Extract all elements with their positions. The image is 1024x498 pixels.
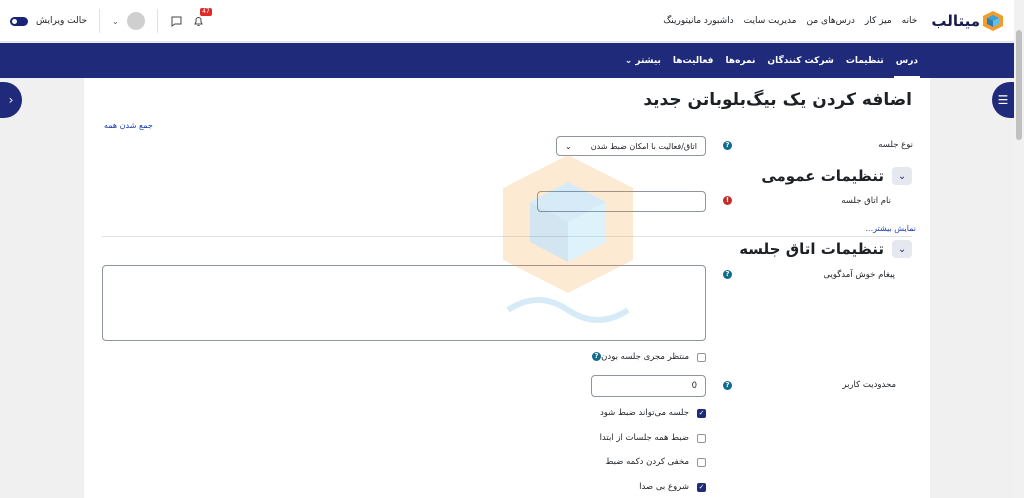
recordable-checkbox[interactable]: ✓ xyxy=(697,408,706,418)
tab-grades[interactable]: نمره‌ها xyxy=(719,43,761,78)
divider xyxy=(156,9,158,33)
tab-more[interactable]: بیشتر ⌄ xyxy=(619,43,667,78)
nav-my-courses[interactable]: درس‌های من xyxy=(807,16,855,26)
checkbox-label: ضبط همه جلسات از ابتدا xyxy=(599,433,689,443)
checkbox-label: مخفی کردن دکمه ضبط xyxy=(605,457,689,467)
chevron-down-icon[interactable]: ⌄ xyxy=(112,17,119,26)
nav-home[interactable]: خانه xyxy=(902,16,918,26)
chevron-down-icon: ⌄ xyxy=(892,240,912,258)
tab-participants[interactable]: شرکت کنندگان xyxy=(761,43,839,78)
page-scrollbar[interactable] xyxy=(1014,0,1024,498)
list-icon: ☰ xyxy=(997,93,1009,107)
section-title: تنظیمات عمومی xyxy=(761,167,884,185)
collapse-all-link[interactable]: جمع شدن همه xyxy=(104,121,153,130)
section-title: تنظیمات اتاق جلسه xyxy=(739,240,884,258)
welcome-message-label: پیغام خوش آمدگویی xyxy=(823,270,895,280)
tab-more-label: بیشتر xyxy=(635,55,661,66)
open-course-index-button[interactable]: › xyxy=(0,82,22,118)
session-type-label: نوع جلسه xyxy=(878,140,913,150)
nav-monitoring-dashboard[interactable]: داشبورد مانیتورینگ xyxy=(663,16,733,26)
hide-record-button-checkbox[interactable] xyxy=(697,457,706,467)
recordable-row[interactable]: ✓ جلسه می‌تواند ضبط شود xyxy=(600,408,706,418)
required-icon: ! xyxy=(723,196,732,205)
help-icon[interactable]: ? xyxy=(723,270,732,279)
logo-icon xyxy=(983,10,1003,31)
course-secondary-nav: درس تنظیمات شرکت کنندگان نمره‌ها فعالیت‌… xyxy=(0,43,1014,78)
wait-moderator-checkbox[interactable] xyxy=(697,352,706,362)
primary-nav: خانه میز کار درس‌های من مدیریت سایت داشب… xyxy=(663,16,917,26)
chevron-down-icon: ⌄ xyxy=(892,167,912,185)
checkbox-label: منتظر مجری جلسه بودن xyxy=(601,352,689,362)
checkbox-label: جلسه می‌تواند ضبط شود xyxy=(599,408,689,418)
avatar[interactable] xyxy=(126,12,145,30)
user-limit-value: 0 xyxy=(691,381,697,391)
watermark-logo xyxy=(503,155,633,323)
divider xyxy=(99,9,101,33)
wait-moderator-row[interactable]: منتظر مجری جلسه بودن xyxy=(601,352,706,362)
mute-on-start-checkbox[interactable]: ✓ xyxy=(697,482,706,492)
page-title: اضافه کردن یک بیگ‌بلوباتن جدید xyxy=(643,90,912,110)
scrollbar-thumb[interactable] xyxy=(1016,30,1022,140)
mute-on-start-row[interactable]: ✓ شروع بی صدا xyxy=(639,482,706,492)
edit-mode-label: حالت ویرایش xyxy=(36,16,88,26)
help-icon[interactable]: ? xyxy=(723,381,732,390)
help-icon[interactable]: ? xyxy=(723,141,732,150)
user-tools: حالت ویرایش ⌄ 47 xyxy=(10,0,212,42)
nav-site-admin[interactable]: مدیریت سایت xyxy=(744,16,797,26)
top-navbar: میتالب خانه میز کار درس‌های من مدیریت سا… xyxy=(0,0,1014,42)
logo-text: میتالب xyxy=(931,11,980,30)
user-limit-label: محدودیت کاربر xyxy=(842,380,896,390)
site-logo[interactable]: میتالب xyxy=(931,10,1004,32)
hide-record-button-row[interactable]: مخفی کردن دکمه ضبط xyxy=(606,457,706,467)
message-icon[interactable] xyxy=(170,14,184,28)
notification-bell-icon[interactable]: 47 xyxy=(192,8,212,28)
room-name-label: نام اتاق جلسه xyxy=(841,196,891,206)
user-limit-input[interactable]: 0 xyxy=(591,375,706,397)
tab-course[interactable]: درس xyxy=(890,43,924,78)
checkbox-label: شروع بی صدا xyxy=(639,482,689,492)
record-all-checkbox[interactable] xyxy=(697,433,706,443)
nav-dashboard[interactable]: میز کار xyxy=(865,16,892,26)
general-section-header[interactable]: ⌄ تنظیمات عمومی xyxy=(761,167,912,185)
tab-activities[interactable]: فعالیت‌ها xyxy=(667,43,720,78)
tab-settings[interactable]: تنظیمات xyxy=(840,43,890,78)
record-all-row[interactable]: ضبط همه جلسات از ابتدا xyxy=(600,433,706,443)
open-block-drawer-button[interactable]: ☰ xyxy=(992,82,1014,118)
room-settings-section-header[interactable]: ⌄ تنظیمات اتاق جلسه xyxy=(739,240,912,258)
help-icon[interactable]: ? xyxy=(592,352,601,361)
chevron-down-icon: ⌄ xyxy=(624,55,633,66)
notification-badge: 47 xyxy=(200,8,212,16)
show-more-link[interactable]: نمایش بیشتر... xyxy=(866,224,917,233)
edit-mode-toggle[interactable] xyxy=(10,16,28,26)
chevron-right-icon: › xyxy=(8,93,14,107)
